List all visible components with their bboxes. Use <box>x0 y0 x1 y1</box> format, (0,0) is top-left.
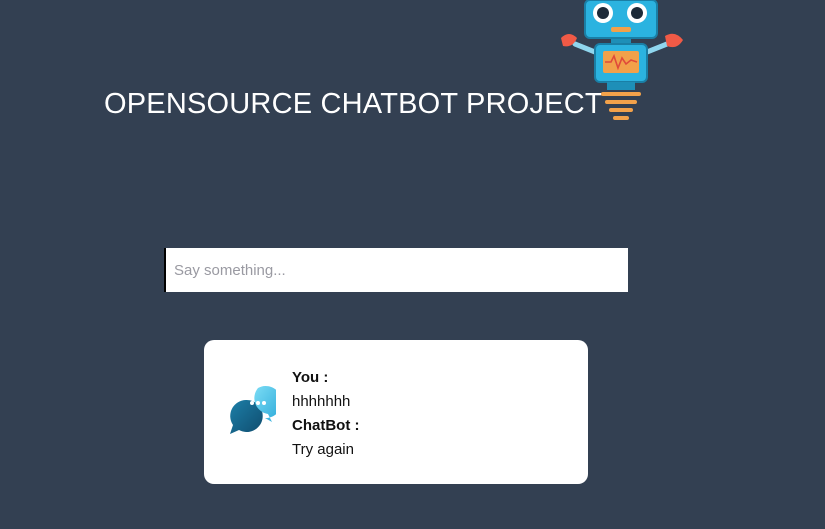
user-message: hhhhhhh <box>292 393 351 410</box>
bot-label: ChatBot : <box>292 417 360 434</box>
bot-message: Try again <box>292 441 354 458</box>
user-label: You : <box>292 369 329 386</box>
chat-bubbles-icon <box>230 386 276 434</box>
chat-card: You : hhhhhhh ChatBot : Try again <box>204 340 588 484</box>
page: OPENSOURCE CHATBOT PROJECT Say something… <box>0 0 825 529</box>
message-input[interactable] <box>164 248 628 292</box>
chat-transcript: You : hhhhhhh ChatBot : Try again <box>292 366 360 462</box>
robot-icon <box>561 0 683 120</box>
page-title: OPENSOURCE CHATBOT PROJECT <box>104 88 603 120</box>
